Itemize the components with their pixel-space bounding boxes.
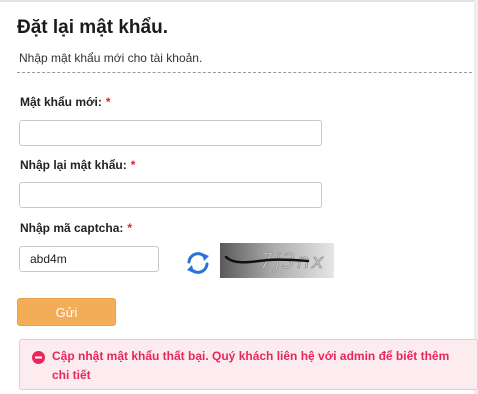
error-message: Cập nhật mật khẩu thất bại. Quý khách li…: [52, 349, 450, 382]
page-title: Đặt lại mật khẩu.: [17, 17, 168, 38]
captcha-label-text: Nhập mã captcha:: [20, 221, 124, 235]
minus-circle-icon: [32, 351, 45, 364]
new-password-input[interactable]: [19, 120, 322, 146]
submit-button[interactable]: Gửi: [17, 298, 116, 326]
page-subtitle: Nhập mật khẩu mới cho tài khoản.: [19, 51, 203, 65]
error-alert: Cập nhật mật khẩu thất bại. Quý khách li…: [19, 339, 478, 390]
confirm-password-label: Nhập lại mật khẩu: *: [20, 158, 135, 172]
required-mark: *: [127, 221, 133, 235]
captcha-label: Nhập mã captcha: *: [20, 221, 132, 235]
confirm-password-label-text: Nhập lại mật khẩu:: [20, 158, 127, 172]
required-mark: *: [130, 158, 136, 172]
new-password-label-text: Mật khẩu mới:: [20, 95, 102, 109]
divider: [17, 72, 472, 73]
required-mark: *: [105, 95, 111, 109]
captcha-input[interactable]: [19, 246, 159, 272]
confirm-password-input[interactable]: [19, 182, 322, 208]
right-edge: [474, 0, 478, 394]
refresh-captcha-icon[interactable]: [183, 248, 213, 278]
captcha-image: 7j3nx: [220, 243, 334, 278]
top-border: [0, 0, 478, 2]
new-password-label: Mật khẩu mới: *: [20, 95, 111, 109]
